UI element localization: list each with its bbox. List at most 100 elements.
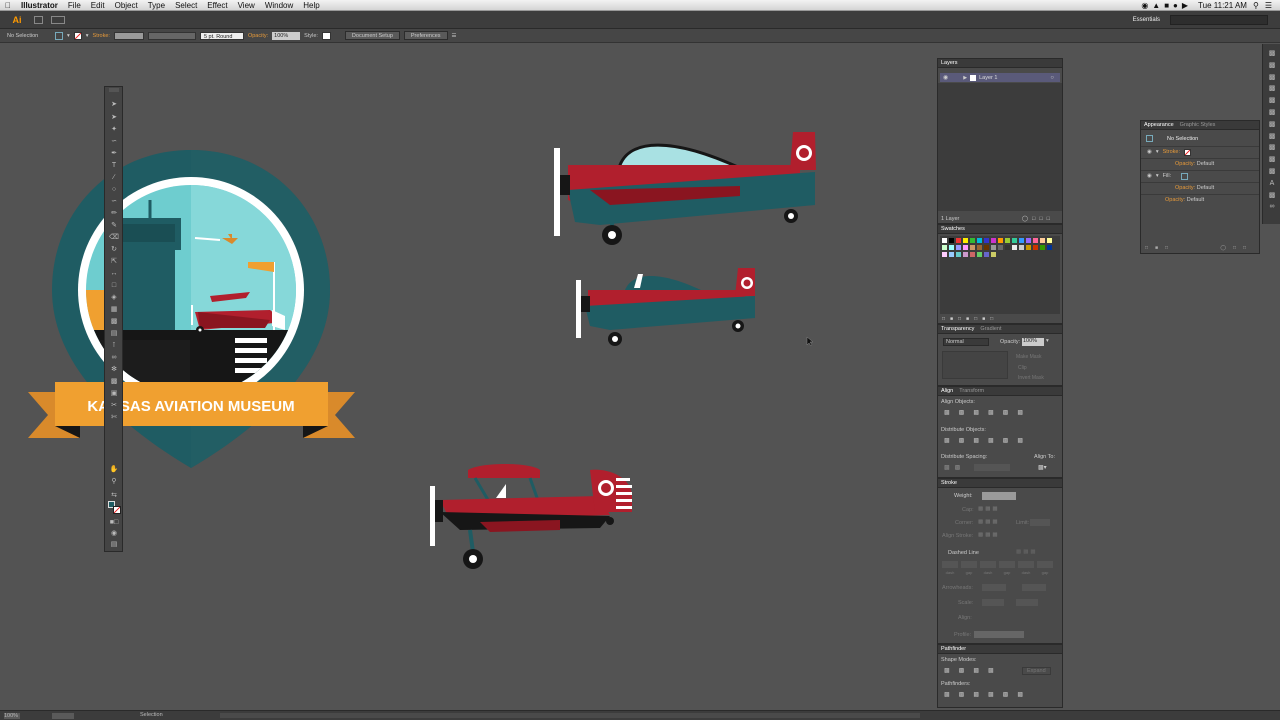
color-swatch[interactable] (977, 238, 982, 243)
swatches-footer-icons[interactable]: □■□■□■□ (942, 316, 998, 322)
pencil-tool-icon[interactable]: ✏ (109, 210, 119, 218)
color-swatch[interactable] (970, 245, 975, 250)
color-swatch[interactable] (977, 245, 982, 250)
free-transform-tool-icon[interactable]: □ (109, 282, 119, 290)
magic-wand-tool-icon[interactable]: ✦ (109, 126, 119, 134)
pen-tool-icon[interactable]: ✒ (109, 150, 119, 158)
appearance-stroke-label[interactable]: Stroke: (1163, 149, 1180, 155)
graphic-style-swatch[interactable] (321, 31, 331, 40)
color-swatch[interactable] (984, 245, 989, 250)
color-swatch[interactable] (998, 238, 1003, 243)
type-tool-icon[interactable]: T (109, 162, 119, 170)
menu-help[interactable]: Help (298, 0, 324, 11)
corner-buttons[interactable]: ▩▩▩ (978, 519, 1000, 525)
list-icon[interactable]: ☰ (1265, 0, 1272, 11)
stroke-dropdown-arrow[interactable]: ▾ (86, 33, 89, 39)
color-swatch[interactable] (949, 252, 954, 257)
make-mask-button[interactable]: Make Mask (1016, 354, 1042, 360)
ellipse-tool-icon[interactable]: ○ (109, 186, 119, 194)
horizontal-scrollbar[interactable] (220, 713, 920, 718)
eraser-tool-icon[interactable]: ⌫ (109, 234, 119, 242)
bridge-icon[interactable] (34, 15, 43, 24)
color-swatch[interactable] (963, 238, 968, 243)
tab-appearance[interactable]: Appearance (1144, 122, 1174, 128)
color-mode-icons[interactable]: ■□ (109, 519, 119, 527)
opacity-field[interactable]: 100% (272, 31, 301, 40)
distribute-objects-buttons[interactable]: ▩▩▩▩▩▩ (944, 437, 1032, 444)
app-name-menu[interactable]: Illustrator (16, 0, 63, 11)
color-swatch[interactable] (970, 238, 975, 243)
tab-align[interactable]: Align (941, 388, 953, 394)
column-graph-tool-icon[interactable]: ▩ (109, 378, 119, 386)
stroke-color-swatch[interactable] (113, 506, 121, 514)
opacity-label[interactable]: Opacity: (248, 33, 268, 39)
brush-definition[interactable]: 5 pt. Round (199, 31, 244, 40)
blob-brush-tool-icon[interactable]: ✎ (109, 222, 119, 230)
align-objects-buttons[interactable]: ▩▩▩▩▩▩ (944, 409, 1032, 416)
rotate-tool-icon[interactable]: ↻ (109, 246, 119, 254)
menu-edit[interactable]: Edit (86, 0, 110, 11)
zoom-tool-icon[interactable]: ⚲ (109, 478, 119, 486)
limit-field[interactable] (1030, 519, 1050, 526)
mesh-tool-icon[interactable]: ▩ (109, 318, 119, 326)
color-swatch[interactable] (963, 245, 968, 250)
control-bar-menu-icon[interactable]: ☰ (452, 33, 457, 39)
color-swatch[interactable] (963, 252, 968, 257)
color-swatch[interactable] (1019, 245, 1024, 250)
menu-window[interactable]: Window (260, 0, 298, 11)
appearance-stroke-row[interactable]: ◉ ▾ Stroke: (1141, 146, 1259, 157)
artboard-canvas[interactable]: KANSAS AVIATION MUSEUM (0, 44, 935, 710)
preferences-button[interactable]: Preferences (403, 31, 448, 40)
stroke-visibility-eye-icon[interactable]: ◉ (1147, 149, 1152, 155)
layer-name[interactable]: Layer 1 (979, 75, 997, 81)
color-swatch[interactable] (1026, 238, 1031, 243)
menu-file[interactable]: File (63, 0, 86, 11)
tab-layers[interactable]: Layers (941, 60, 958, 66)
appearance-object-opacity-row[interactable]: Opacity: Default (1141, 194, 1259, 205)
arrowhead-end-dropdown[interactable] (1022, 584, 1046, 591)
shape-builder-tool-icon[interactable]: ◈ (109, 294, 119, 302)
tab-gradient[interactable]: Gradient (980, 326, 1001, 332)
symbol-sprayer-tool-icon[interactable]: ✻ (109, 366, 119, 374)
lasso-tool-icon[interactable]: ∽ (109, 138, 119, 146)
spacing-field[interactable] (974, 464, 1010, 471)
weight-field[interactable] (982, 492, 1016, 500)
document-setup-button[interactable]: Document Setup (344, 31, 400, 40)
invert-mask-checkbox[interactable]: Invert Mask (1018, 375, 1044, 381)
appearance-fill-opacity-row[interactable]: Opacity: Default (1141, 182, 1259, 193)
monoplane-small[interactable] (576, 268, 755, 346)
tab-stroke[interactable]: Stroke (941, 480, 957, 486)
color-swatch[interactable] (1040, 238, 1045, 243)
apple-icon[interactable]:  (0, 0, 16, 11)
color-swatch[interactable] (942, 252, 947, 257)
tab-pathfinder[interactable]: Pathfinder (941, 646, 966, 652)
dock-icons[interactable]: ▩ ▩ ▩ ▩ ▩ ▩ ▩ ▩ ▩ ▩ ▩ A ▩ ∞ (1266, 48, 1278, 213)
color-swatch[interactable] (942, 245, 947, 250)
stroke-weight-field[interactable] (113, 31, 144, 40)
arrowhead-start-dropdown[interactable] (982, 584, 1006, 591)
color-swatch[interactable] (956, 245, 961, 250)
appearance-stroke-swatch[interactable] (1184, 148, 1192, 156)
scale-tool-icon[interactable]: ⇱ (109, 258, 119, 266)
monoplane-large[interactable] (554, 132, 816, 245)
eyedropper-tool-icon[interactable]: ⊺ (109, 342, 119, 350)
distribute-spacing-buttons[interactable]: ▩▩ (944, 464, 965, 471)
color-swatch[interactable] (998, 245, 1003, 250)
color-swatch[interactable] (949, 245, 954, 250)
color-swatch[interactable] (977, 252, 982, 257)
color-swatch[interactable] (1005, 245, 1010, 250)
color-swatch[interactable] (1033, 245, 1038, 250)
search-help-field[interactable] (1170, 14, 1268, 25)
tools-panel-grip[interactable] (109, 88, 119, 92)
opacity-dropdown-arrow[interactable]: ▾ (1046, 338, 1049, 344)
dashed-line-checkbox[interactable]: Dashed Line (948, 550, 979, 556)
layer-target-icon[interactable]: ○ (1050, 75, 1054, 81)
appearance-fill-label[interactable]: Fill: (1163, 173, 1172, 179)
menu-effect[interactable]: Effect (202, 0, 232, 11)
color-swatch[interactable] (942, 238, 947, 243)
dash-gap-fields[interactable] (942, 561, 1060, 568)
color-swatch[interactable] (1012, 238, 1017, 243)
selection-tool-icon[interactable]: ➤ (109, 101, 119, 109)
swatches-grid[interactable] (940, 236, 1060, 314)
fill-expand-icon[interactable]: ▾ (1156, 173, 1159, 179)
